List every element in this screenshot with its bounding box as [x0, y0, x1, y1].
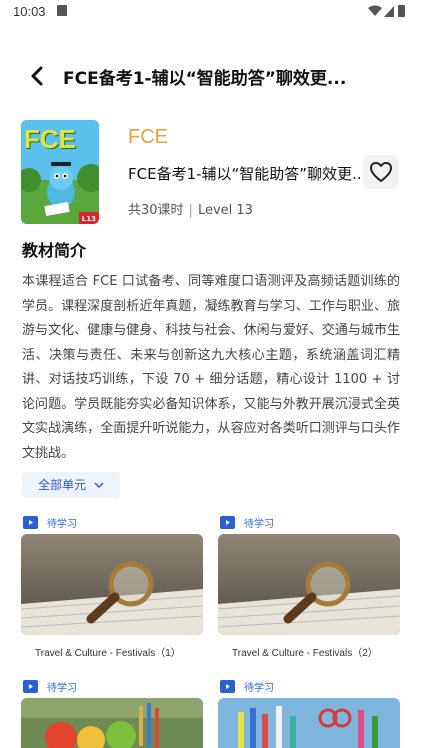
video-icon	[220, 679, 235, 693]
favorite-button[interactable]	[363, 155, 399, 189]
lesson-title: Travel & Culture - Festivals（1）	[35, 648, 181, 659]
course-label: FCE	[128, 126, 168, 148]
status-text: 待学习	[47, 682, 77, 694]
video-icon	[23, 679, 38, 693]
lesson-title: Travel & Culture - Festivals（2）	[232, 648, 378, 659]
lesson-count: 共30课时	[128, 203, 184, 218]
heart-icon	[370, 162, 392, 182]
status-badge: 待学习	[23, 678, 77, 694]
lesson-card[interactable]: 待学习	[21, 678, 203, 748]
cover-level-tag: L13	[81, 215, 96, 223]
intro-text: 本课程适合 FCE 口试备考、同等难度口语测评及高频话题训练的学员。课程深度剖析…	[22, 274, 400, 461]
status-icons	[368, 5, 405, 17]
chevron-down-icon	[94, 482, 104, 488]
chevron-left-icon	[31, 66, 43, 86]
status-badge: 待学习	[220, 678, 274, 694]
video-icon	[23, 515, 38, 529]
status-time: 10:03	[13, 4, 46, 19]
wifi-icon	[368, 5, 382, 16]
top-nav: FCE备考1-辅以“智能助答”聊效更...	[0, 56, 421, 96]
lesson-card[interactable]: 待学习 Travel & Culture - Festivals（1）	[21, 514, 203, 664]
notification-icon	[57, 5, 67, 16]
status-badge: 待学习	[23, 514, 77, 530]
intro-heading: 教材简介	[22, 241, 87, 260]
course-meta: 共30课时 | Level 13	[128, 199, 253, 218]
back-button[interactable]	[22, 62, 50, 90]
status-badge: 待学习	[220, 514, 274, 530]
status-text: 待学习	[47, 518, 77, 530]
lesson-thumbnail	[218, 534, 400, 635]
meta-divider: |	[188, 203, 193, 218]
lesson-thumbnail	[218, 698, 400, 748]
lesson-thumbnail	[21, 698, 203, 748]
lesson-card[interactable]: 待学习 Travel & Culture - Festivals（2）	[218, 514, 400, 664]
course-level: Level 13	[197, 203, 253, 218]
cover-title: FCE	[24, 124, 76, 154]
all-units-dropdown[interactable]: 全部单元	[22, 472, 120, 498]
video-icon	[220, 515, 235, 529]
course-cover-image: FCE L13	[21, 120, 99, 224]
lesson-card[interactable]: 待学习	[218, 678, 400, 748]
lesson-thumbnail	[21, 534, 203, 635]
page-title: FCE备考1-辅以“智能助答”聊效更...	[63, 69, 347, 89]
status-bar: 10:03	[0, 0, 421, 24]
all-units-label: 全部单元	[38, 478, 87, 492]
signal-icon	[384, 6, 394, 17]
status-text: 待学习	[244, 518, 274, 530]
course-name: FCE备考1-辅以“智能助答”聊效更...	[128, 165, 364, 183]
battery-icon	[398, 5, 405, 17]
status-text: 待学习	[244, 682, 274, 694]
